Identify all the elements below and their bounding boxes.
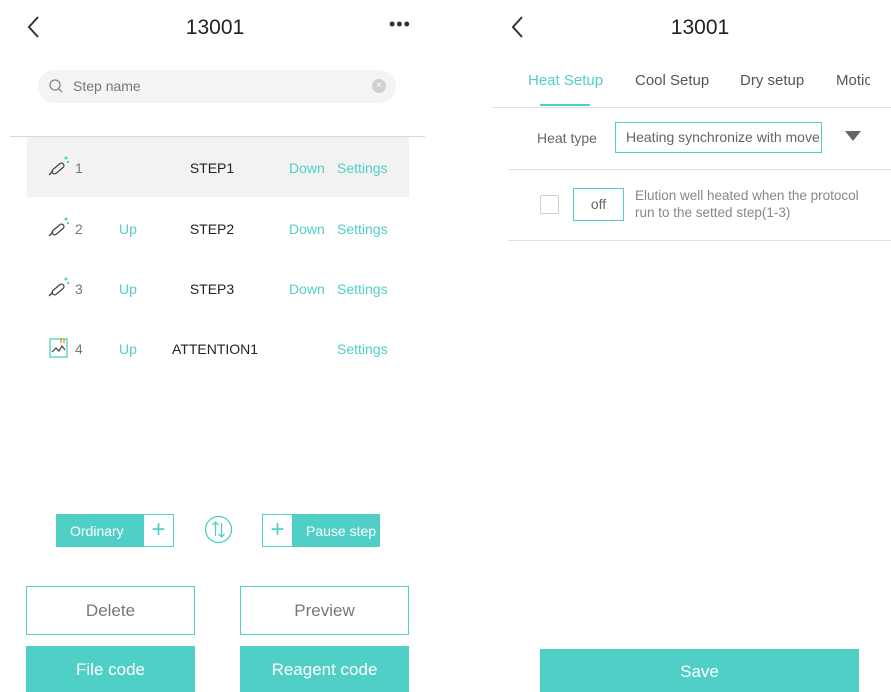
active-tab-indicator [540,104,590,106]
page-title: 13001 [185,16,245,39]
more-options-button[interactable]: ••• [389,14,411,35]
add-pause-step-button[interactable]: + Pause step [262,514,380,547]
elution-heat-checkbox[interactable] [540,195,559,214]
plus-icon: + [143,514,174,547]
ordinary-label: Ordinary [70,523,124,539]
page-title: 13001 [670,16,730,39]
test-tube-icon [48,217,70,237]
move-down-link[interactable]: Down [289,160,325,176]
add-ordinary-step-button[interactable]: Ordinary + [56,514,174,547]
tab-motion[interactable]: Motic [836,72,870,89]
step-number: 4 [75,341,83,357]
step-row[interactable]: 3 Up STEP3 Down Settings [27,258,409,318]
search-icon [49,79,63,93]
step-row[interactable]: 1 STEP1 Down Settings [27,137,409,197]
divider [508,240,891,241]
step-row[interactable]: 4 Up ATTENTION1 Settings [27,318,409,378]
step-name: ATTENTION1 [172,341,259,357]
divider [508,169,891,170]
step-number: 3 [75,281,83,297]
divider [493,107,891,108]
reagent-code-button[interactable]: Reagent code [240,646,409,692]
back-arrow-icon[interactable] [24,12,44,42]
move-up-link[interactable]: Up [119,221,137,237]
move-down-link[interactable]: Down [289,221,325,237]
heat-type-label: Heat type [537,130,597,146]
search-input[interactable]: Step name [73,78,141,94]
step-settings-link[interactable]: Settings [337,341,388,357]
dropdown-arrow-icon[interactable] [845,131,861,141]
step-settings-link[interactable]: Settings [337,160,388,176]
step-name: STEP3 [189,281,235,297]
save-button[interactable]: Save [540,649,859,692]
elution-step-input[interactable]: off [573,188,624,221]
move-up-link[interactable]: Up [119,341,137,357]
step-number: 2 [75,221,83,237]
step-settings-link[interactable]: Settings [337,281,388,297]
test-tube-icon [48,277,70,297]
heat-type-select[interactable]: Heating synchronize with move [615,122,822,153]
pause-step-label: Pause step [306,523,377,539]
plus-icon: + [262,514,293,547]
step-settings-link[interactable]: Settings [337,221,388,237]
tab-heat-setup[interactable]: Heat Setup [528,72,603,89]
search-bar[interactable]: Step name × [38,70,396,103]
move-down-link[interactable]: Down [289,281,325,297]
test-tube-icon [48,156,70,176]
delete-button[interactable]: Delete [26,586,195,635]
preview-button[interactable]: Preview [240,586,409,635]
file-code-button[interactable]: File code [26,646,195,692]
step-name: STEP1 [189,160,235,176]
step-name: STEP2 [189,221,235,237]
back-arrow-icon[interactable] [508,12,528,42]
step-row[interactable]: 2 Up STEP2 Down Settings [27,198,409,258]
step-number: 1 [75,160,83,176]
clear-icon[interactable]: × [372,79,386,93]
move-up-link[interactable]: Up [119,281,137,297]
tab-cool-setup[interactable]: Cool Setup [635,72,709,89]
tab-dry-setup[interactable]: Dry setup [740,72,804,89]
swap-order-icon[interactable] [204,515,233,544]
attention-chart-icon [49,338,68,358]
elution-description: Elution well heated when the protocol ru… [635,188,859,220]
